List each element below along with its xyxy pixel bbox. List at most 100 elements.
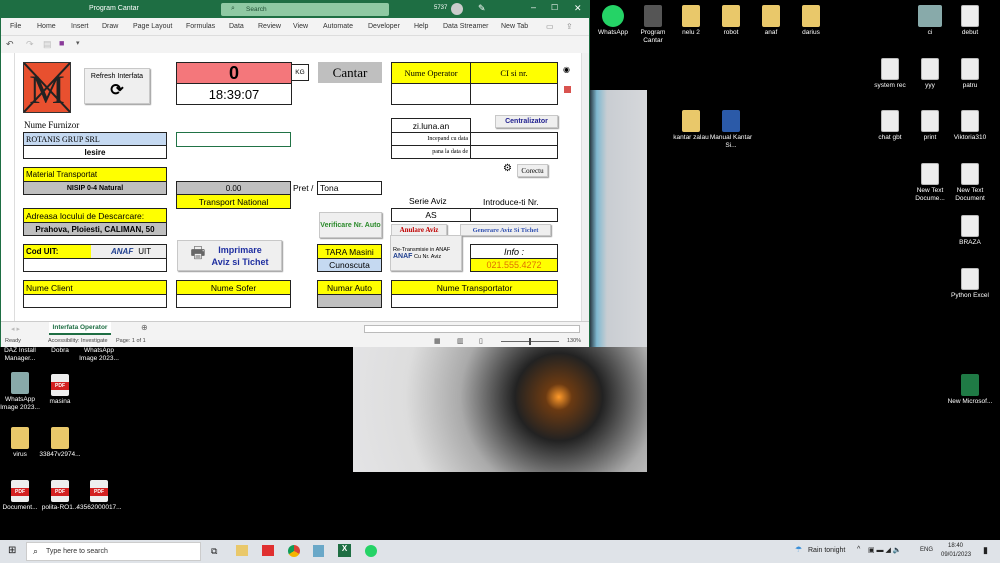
corectii-button[interactable]: Corectu — [517, 164, 548, 177]
tara-label: TARA Masini — [317, 244, 382, 259]
radio-button[interactable]: ◉ — [563, 65, 570, 74]
vertical-scrollbar[interactable] — [581, 53, 589, 321]
verificare-nr-auto-button[interactable]: Verificare Nr. Auto — [319, 212, 382, 238]
language-indicator[interactable]: ENG — [920, 547, 933, 553]
zoom-slider-thumb[interactable] — [529, 338, 531, 345]
desktop-icon[interactable]: 43562000017... — [76, 480, 122, 512]
desktop-icon[interactable]: debut — [947, 5, 993, 37]
desktop-icon[interactable]: Viktoria310 — [947, 110, 993, 142]
tray-chevron-icon[interactable]: ^ — [857, 546, 860, 553]
furnizor-field[interactable]: ROTANIS GRUP SRL — [23, 132, 167, 146]
icon-label: kantar zalau — [673, 134, 709, 141]
desktop-icon[interactable]: WhatsApp Image 2023... — [76, 347, 122, 363]
horizontal-scrollbar[interactable] — [364, 325, 580, 333]
tab-help[interactable]: Help — [414, 23, 428, 30]
operator-input[interactable] — [391, 83, 471, 105]
tab-home[interactable]: Home — [37, 23, 56, 30]
adresa-field[interactable]: Prahova, Ploiesti, CALIMAN, 50 — [23, 222, 167, 236]
tab-data-streamer[interactable]: Data Streamer — [443, 23, 489, 30]
desktop-icon[interactable]: Manual Kantar Si... — [708, 110, 754, 150]
undo-icon[interactable]: ↶ — [6, 39, 14, 50]
generare-aviz-button[interactable]: Generare Aviz Si Tichet — [460, 224, 551, 236]
clock-time[interactable]: 18:40 — [948, 543, 963, 549]
sofer-input[interactable] — [176, 294, 291, 308]
print-icon[interactable]: ▤ — [43, 39, 52, 50]
desktop-icon[interactable]: New Text Document — [947, 163, 993, 203]
desktop-icon[interactable]: patru — [947, 58, 993, 90]
close-button[interactable]: ✕ — [574, 3, 582, 14]
add-sheet-icon[interactable]: ⊕ — [141, 323, 148, 332]
desktop-icon[interactable]: masina — [37, 374, 83, 406]
tab-formulas[interactable]: Formulas — [186, 23, 215, 30]
tab-data[interactable]: Data — [229, 23, 244, 30]
notifications-icon[interactable]: ▮ — [983, 545, 988, 556]
minimize-button[interactable]: – — [531, 2, 536, 12]
whatsapp-icon[interactable] — [365, 545, 377, 557]
tara-field[interactable]: Cunoscuta — [317, 258, 382, 272]
pen-icon[interactable]: ✎ — [478, 3, 486, 14]
desktop-icon[interactable]: BRAZA — [947, 215, 993, 247]
tab-nav-arrows[interactable]: ◂ ▸ — [11, 325, 20, 333]
cantar-button[interactable]: Cantar — [318, 62, 382, 83]
file-explorer-icon[interactable] — [236, 545, 248, 556]
weather-text[interactable]: Rain tonight — [808, 547, 845, 554]
chrome-icon[interactable] — [288, 545, 300, 557]
tab-page-layout[interactable]: Page Layout — [133, 23, 172, 30]
selected-cell[interactable] — [176, 132, 291, 147]
maximize-button[interactable]: ☐ — [551, 3, 558, 12]
ci-input[interactable] — [470, 83, 558, 105]
page-break-view-icon[interactable]: ▯ — [479, 337, 483, 345]
tab-draw[interactable]: Draw — [102, 23, 118, 30]
app-icon[interactable] — [262, 545, 274, 556]
cod-uit-input[interactable] — [23, 258, 167, 272]
desktop-icon[interactable]: New Microsof... — [947, 374, 993, 406]
aviz-number-input[interactable] — [470, 208, 558, 222]
tab-new-tab[interactable]: New Tab — [501, 23, 528, 30]
tab-automate[interactable]: Automate — [323, 23, 353, 30]
customize-icon[interactable]: ▾ — [76, 39, 80, 47]
refresh-button[interactable]: Refresh Interfata ⟳ — [84, 68, 150, 104]
centralizator-button[interactable]: Centralizator — [495, 115, 558, 128]
desktop-icon[interactable]: Python Excel — [947, 268, 993, 300]
price-unit-field[interactable]: Tona — [317, 181, 382, 195]
taskbar-search[interactable]: ⌕ Type here to search — [26, 542, 201, 561]
numar-auto-input[interactable] — [317, 294, 382, 308]
anaf-uit-button[interactable]: ANAF UIT — [91, 245, 166, 258]
serie-aviz-field[interactable]: AS — [391, 208, 471, 222]
task-view-icon[interactable]: ⧉ — [211, 546, 217, 557]
price-field[interactable]: 0.00 — [176, 181, 291, 195]
desktop-icon[interactable]: 33847v2974... — [37, 427, 83, 459]
tray-icons[interactable]: ▣ ▬ ◢ 🔈 — [868, 546, 902, 554]
tab-developer[interactable]: Developer — [368, 23, 400, 30]
tab-review[interactable]: Review — [258, 23, 281, 30]
search-box[interactable]: ⌕ Search — [221, 3, 389, 16]
normal-view-icon[interactable]: ▦ — [434, 337, 441, 345]
end-date-input[interactable] — [470, 145, 558, 159]
excel-icon[interactable]: X — [338, 544, 351, 557]
redo-icon[interactable]: ↷ — [26, 39, 34, 50]
desktop-icon[interactable]: darius — [788, 5, 834, 37]
page-layout-view-icon[interactable]: ▥ — [457, 337, 464, 345]
client-input[interactable] — [23, 294, 167, 308]
tab-file[interactable]: File — [10, 23, 21, 30]
direction-field[interactable]: Iesire — [23, 145, 167, 159]
share-icon[interactable]: ⇪ — [566, 22, 573, 31]
clock-date[interactable]: 09/01/2023 — [941, 552, 971, 558]
app-icon[interactable] — [313, 545, 324, 557]
avatar[interactable] — [451, 3, 463, 15]
transportator-input[interactable] — [391, 294, 558, 308]
material-field[interactable]: NISIP 0-4 Natural — [23, 181, 167, 195]
zoom-level[interactable]: 130% — [567, 338, 581, 344]
tab-insert[interactable]: Insert — [71, 23, 89, 30]
windows-start-icon[interactable]: ⊞ — [8, 545, 16, 556]
accessibility-status[interactable]: Accessibility: Investigate — [48, 338, 108, 344]
flag-icon[interactable] — [564, 86, 571, 93]
transport-type-field[interactable]: Transport National — [176, 194, 291, 209]
sheet-tab-interfata-operator[interactable]: Interfata Operator — [49, 322, 111, 335]
start-date-input[interactable] — [470, 132, 558, 146]
imprimare-button[interactable]: 🖶 Imprimare Aviz si Tichet — [177, 240, 282, 271]
tab-view[interactable]: View — [293, 23, 308, 30]
comments-icon[interactable]: ▭ — [546, 22, 554, 31]
save-icon[interactable]: ■ — [59, 38, 64, 48]
retransmisie-button[interactable]: Re-Transmisie in ANAF ANAF Cu Nr. Aviz — [390, 235, 462, 271]
